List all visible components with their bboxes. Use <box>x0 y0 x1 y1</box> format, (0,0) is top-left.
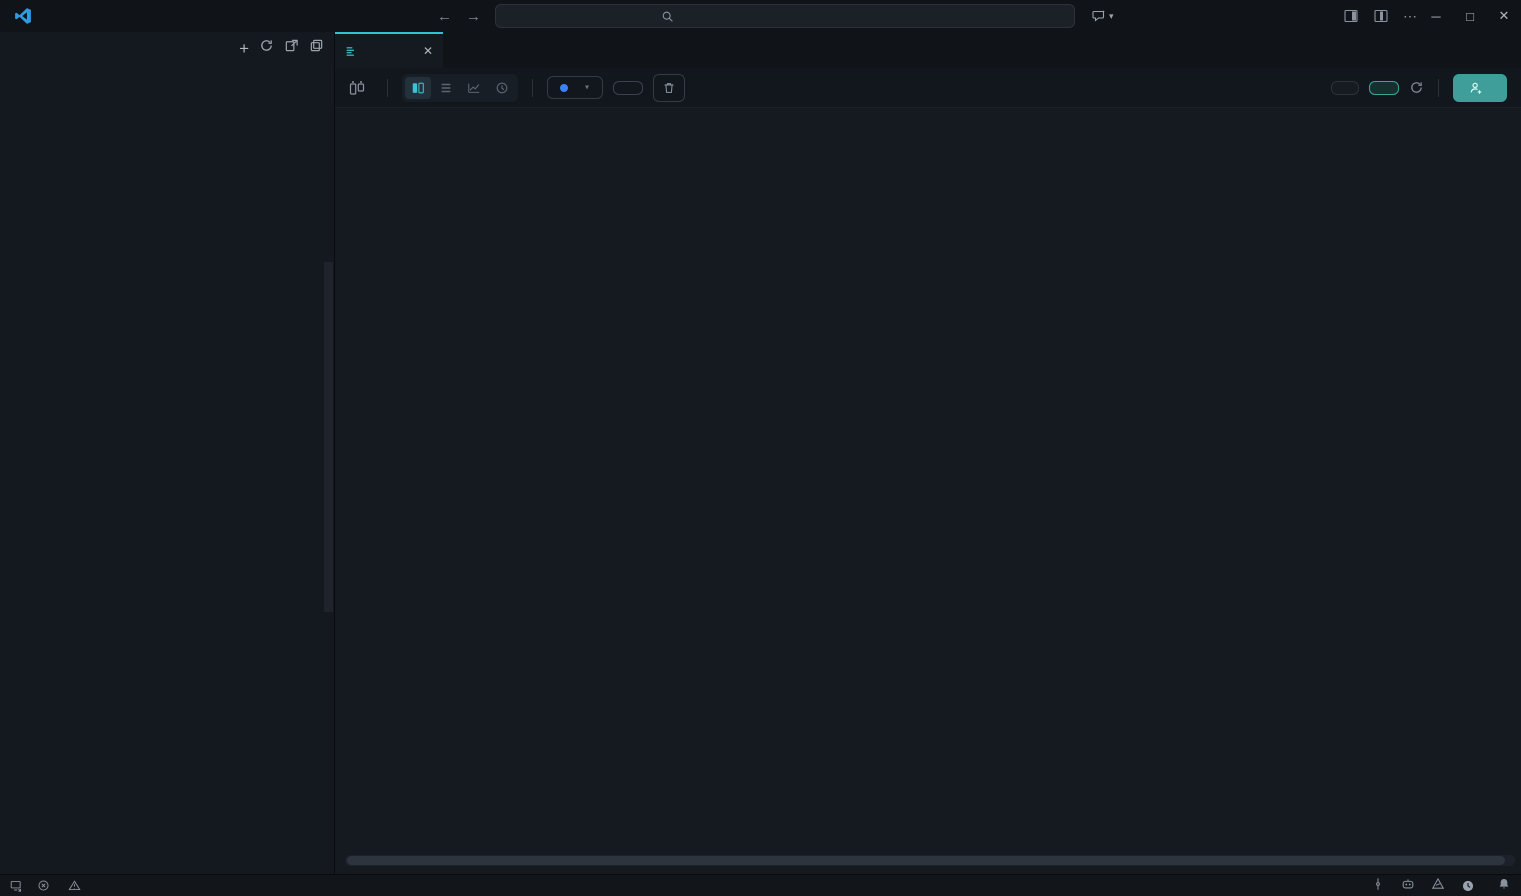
clock-icon <box>1461 879 1475 893</box>
timer[interactable] <box>1461 879 1481 893</box>
search-input[interactable] <box>680 9 910 23</box>
add-icon[interactable]: + <box>239 40 249 57</box>
titlebar: ← → ▾ ⋯ ─ □ ✕ <box>0 0 1521 32</box>
trash-button[interactable] <box>653 74 685 102</box>
command-center-search[interactable] <box>495 4 1075 28</box>
columns-view-icon[interactable] <box>405 77 431 99</box>
close-tab-icon[interactable]: ✕ <box>423 44 433 58</box>
invite-person-icon <box>1469 81 1483 95</box>
status-dot <box>560 84 568 92</box>
chevron-down-icon: ▾ <box>584 82 590 93</box>
add-task-button[interactable] <box>1369 81 1399 95</box>
search-icon <box>661 10 674 23</box>
chat-button[interactable]: ▾ <box>1091 8 1114 24</box>
export-icon[interactable] <box>284 38 299 58</box>
plumb-icon[interactable] <box>1371 877 1385 894</box>
status-filter-dropdown[interactable]: ▾ <box>547 76 603 99</box>
activity-bar <box>0 32 45 874</box>
board-tab-icon <box>345 45 358 58</box>
chevron-down-icon: ▾ <box>1109 11 1114 22</box>
sidebar-scrollbar[interactable] <box>324 262 333 612</box>
main-board-button[interactable] <box>613 81 643 95</box>
clock-view-icon[interactable] <box>489 77 515 99</box>
list-view-icon[interactable] <box>433 77 459 99</box>
refresh-board-icon[interactable] <box>1409 80 1424 95</box>
status-bar <box>0 874 1521 896</box>
close-button[interactable]: ✕ <box>1487 0 1521 32</box>
board-title <box>349 80 373 96</box>
back-arrow[interactable]: ← <box>437 8 452 25</box>
invite-team-button[interactable] <box>1453 74 1507 102</box>
layout-icon[interactable] <box>1373 8 1389 24</box>
vscode-logo <box>0 7 45 25</box>
add-column-button[interactable] <box>1331 81 1359 95</box>
toggle-panel-icon[interactable] <box>1343 8 1359 24</box>
errors-indicator[interactable] <box>37 879 54 892</box>
forward-arrow[interactable]: → <box>466 8 481 25</box>
errors-icon <box>37 879 50 892</box>
vscode-window: ← → ▾ ⋯ ─ □ ✕ + <box>0 0 1521 896</box>
kanban-board <box>335 108 1521 874</box>
editor-area: ✕ ▾ <box>335 32 1521 874</box>
tab-bar: ✕ <box>335 32 1521 68</box>
minimize-button[interactable]: ─ <box>1419 0 1453 32</box>
trash-icon <box>662 81 676 95</box>
warnings-indicator[interactable] <box>68 879 85 892</box>
more-icon[interactable]: ⋯ <box>1403 8 1419 25</box>
copy-icon[interactable] <box>309 38 324 58</box>
kanban-icon <box>349 80 365 96</box>
horizontal-scrollbar[interactable] <box>345 855 1515 866</box>
gitscrum-status-icon[interactable] <box>1431 877 1445 894</box>
sidebar-explorer: + <box>45 32 335 874</box>
tab-board[interactable]: ✕ <box>335 32 443 68</box>
bell-icon[interactable] <box>1497 877 1511 894</box>
view-switcher <box>402 74 518 102</box>
explorer-tree <box>45 64 334 874</box>
refresh-icon[interactable] <box>259 38 274 58</box>
board-toolbar: ▾ <box>335 68 1521 108</box>
warnings-icon <box>68 879 81 892</box>
remote-window-indicator[interactable] <box>10 879 23 892</box>
robot-icon[interactable] <box>1401 877 1415 894</box>
chart-view-icon[interactable] <box>461 77 487 99</box>
maximize-button[interactable]: □ <box>1453 0 1487 32</box>
